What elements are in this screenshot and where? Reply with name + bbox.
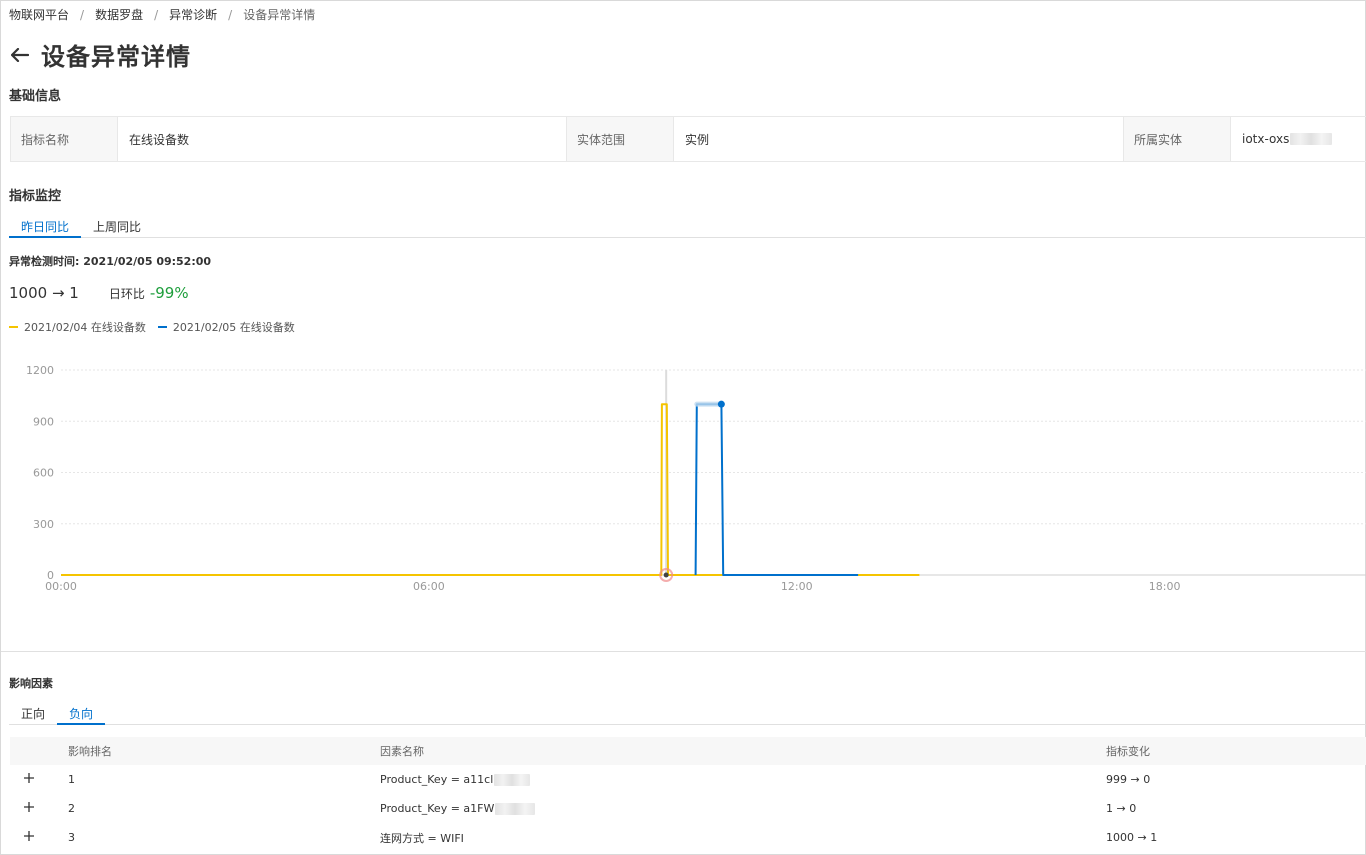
- factors-title: 影响因素: [9, 677, 53, 690]
- monitor-title: 指标监控: [9, 189, 62, 204]
- row-metric-change: 1000 → 1: [1106, 831, 1158, 844]
- row-rank: 3: [68, 831, 75, 844]
- factor-table: 影响排名 因素名称 指标变化 1 Product_Key = a11cl 999…: [10, 737, 1366, 852]
- day-ratio-label: 日环比: [108, 287, 145, 301]
- entity-scope-label: 实体范围: [567, 117, 674, 161]
- breadcrumb-separator: /: [228, 7, 233, 22]
- table-row: 1 Product_Key = a11cl 999 → 0: [10, 765, 1366, 794]
- page-title: 设备异常详情: [41, 43, 191, 71]
- chart-legend: 2021/02/04 在线设备数 2021/02/05 在线设备数: [9, 319, 307, 335]
- owner-entity-text: iotx-oxs: [1242, 132, 1290, 146]
- breadcrumb: 物联网平台 / 数据罗盘 / 异常诊断 / 设备异常详情: [9, 6, 315, 23]
- tab-positive[interactable]: 正向: [9, 705, 57, 724]
- legend-swatch-today: [157, 326, 167, 328]
- column-header-factor-name: 因素名称: [380, 745, 424, 758]
- metric-summary: 1000 → 1 日环比 -99%: [9, 284, 189, 302]
- metric-change: 1000 → 1: [9, 284, 79, 302]
- factor-tabs: 正向 负向: [9, 705, 1366, 725]
- plus-icon[interactable]: [23, 772, 35, 784]
- series-line-0: [61, 403, 920, 576]
- breadcrumb-item-anomaly-diagnosis[interactable]: 异常诊断: [169, 6, 217, 23]
- entity-scope-value: 实例: [674, 117, 1124, 161]
- row-factor-name: Product_Key = a1FW: [380, 802, 1106, 815]
- column-header-metric-change: 指标变化: [1106, 745, 1150, 758]
- table-row: 3 连网方式 = WIFI 1000 → 1: [10, 823, 1366, 852]
- plus-icon[interactable]: [23, 830, 35, 842]
- x-tick-label: 00:00: [45, 580, 77, 593]
- row-factor-name: Product_Key = a11cl: [380, 773, 1106, 786]
- redacted-blur: [1290, 133, 1333, 145]
- legend-swatch-yesterday: [9, 326, 18, 328]
- legend-label-yesterday: 2021/02/04 在线设备数: [24, 321, 146, 334]
- y-tick-label: 600: [33, 467, 54, 480]
- table-row: 2 Product_Key = a1FW 1 → 0: [10, 794, 1366, 823]
- column-header-rank: 影响排名: [68, 745, 112, 758]
- redacted-blur: [494, 774, 531, 786]
- metric-name-label: 指标名称: [11, 117, 118, 161]
- factor-name-text: Product_Key = a1FW: [380, 802, 495, 815]
- basic-info-table: 指标名称 在线设备数 实体范围 实例 所属实体 iotx-oxs: [10, 116, 1366, 162]
- breadcrumb-item-data-compass[interactable]: 数据罗盘: [95, 6, 143, 23]
- x-tick-label: 06:00: [413, 580, 445, 593]
- factor-table-header: 影响排名 因素名称 指标变化: [10, 737, 1366, 765]
- owner-entity-label: 所属实体: [1124, 117, 1231, 161]
- basic-info-title: 基础信息: [9, 89, 62, 104]
- row-rank: 2: [68, 802, 75, 815]
- y-tick-label: 1200: [26, 364, 54, 377]
- plus-icon[interactable]: [23, 801, 35, 813]
- tab-last-week-compare[interactable]: 上周同比: [81, 218, 153, 237]
- redacted-blur: [495, 803, 536, 815]
- x-tick-label: 12:00: [781, 580, 813, 593]
- owner-entity-value: iotx-oxs: [1231, 117, 1366, 161]
- row-metric-change: 1 → 0: [1106, 802, 1137, 815]
- arrow-left-icon[interactable]: [9, 43, 31, 67]
- legend-label-today: 2021/02/05 在线设备数: [172, 321, 295, 334]
- section-divider: [1, 651, 1366, 652]
- y-tick-label: 900: [33, 415, 54, 428]
- factor-name-text: Product_Key = a11cl: [380, 773, 494, 786]
- page-header: 设备异常详情: [9, 37, 191, 72]
- row-factor-name: 连网方式 = WIFI: [380, 831, 464, 845]
- x-tick-label: 18:00: [1149, 580, 1181, 593]
- tab-yesterday-compare[interactable]: 昨日同比: [9, 218, 82, 238]
- breadcrumb-separator: /: [154, 7, 159, 22]
- day-ratio-value: -99%: [149, 284, 189, 302]
- legend-item-yesterday[interactable]: 2021/02/04 在线设备数: [9, 319, 146, 335]
- series-line-1: [694, 403, 859, 576]
- row-metric-change: 999 → 0: [1106, 773, 1151, 786]
- breadcrumb-current: 设备异常详情: [243, 8, 316, 22]
- breadcrumb-separator: /: [80, 7, 85, 22]
- tab-negative[interactable]: 负向: [57, 705, 106, 725]
- data-point: [717, 400, 725, 408]
- anomaly-marker-dot: [663, 572, 669, 578]
- row-rank: 1: [68, 773, 75, 786]
- metric-name-value: 在线设备数: [118, 117, 567, 161]
- y-tick-label: 300: [33, 518, 54, 531]
- device-online-chart[interactable]: 0300600900120000:00 06:00 12:00 18:00: [1, 356, 1366, 601]
- anomaly-detect-time: 异常检测时间: 2021/02/05 09:52:00: [9, 255, 212, 268]
- breadcrumb-item-iot-platform[interactable]: 物联网平台: [9, 6, 69, 23]
- legend-item-today[interactable]: 2021/02/05 在线设备数: [157, 319, 295, 335]
- monitor-tabs: 昨日同比 上周同比: [9, 218, 1366, 238]
